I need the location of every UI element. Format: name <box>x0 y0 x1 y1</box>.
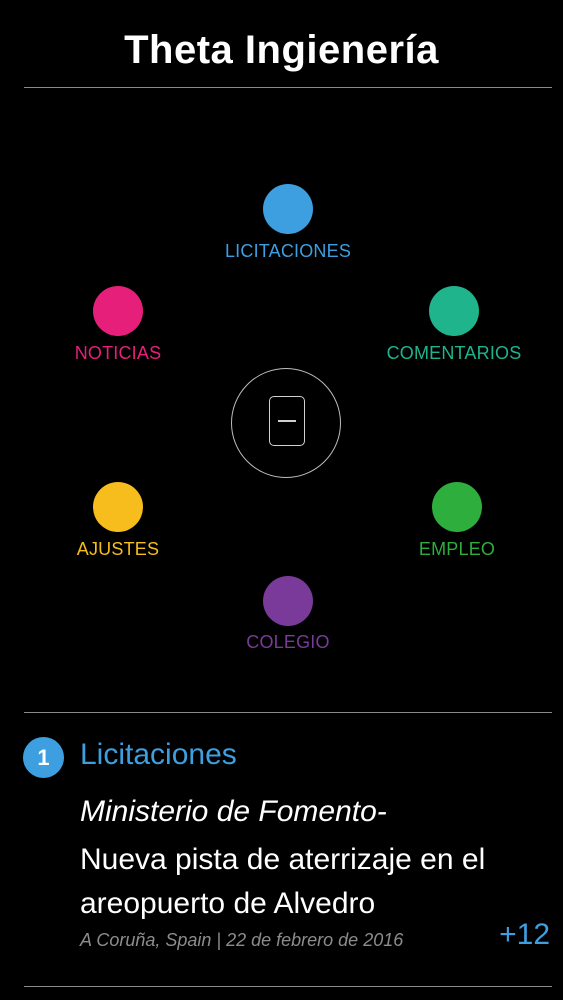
empleo-dot[interactable] <box>432 482 482 532</box>
feed-divider <box>24 712 552 713</box>
comentarios-dot[interactable] <box>429 286 479 336</box>
colegio-dot[interactable] <box>263 576 313 626</box>
section-heading[interactable]: Licitaciones <box>80 738 237 772</box>
noticias-dot[interactable] <box>93 286 143 336</box>
ajustes-dot[interactable] <box>93 482 143 532</box>
licitaciones-dot[interactable] <box>263 184 313 234</box>
empleo-label[interactable]: EMPLEO <box>357 539 557 560</box>
more-count-link[interactable]: +12 <box>499 918 550 952</box>
licitaciones-label[interactable]: LICITACIONES <box>188 241 388 262</box>
ajustes-label[interactable]: AJUSTES <box>18 539 218 560</box>
tablet-icon[interactable] <box>269 396 305 446</box>
noticias-label[interactable]: NOTICIAS <box>18 343 218 364</box>
colegio-label[interactable]: COLEGIO <box>188 632 388 653</box>
count-badge: 1 <box>23 737 64 778</box>
news-source[interactable]: Ministerio de Fomento- <box>80 795 387 829</box>
app-screen: Theta Ingienería LICITACIONES NOTICIAS C… <box>0 0 563 1000</box>
comentarios-label[interactable]: COMENTARIOS <box>354 343 554 364</box>
news-meta: A Coruña, Spain | 22 de febrero de 2016 <box>80 930 404 950</box>
news-title[interactable]: Nueva pista de aterrizaje en el areopuer… <box>80 838 550 926</box>
header-divider <box>24 87 552 88</box>
app-title: Theta Ingienería <box>124 28 439 72</box>
footer-divider <box>24 986 552 987</box>
